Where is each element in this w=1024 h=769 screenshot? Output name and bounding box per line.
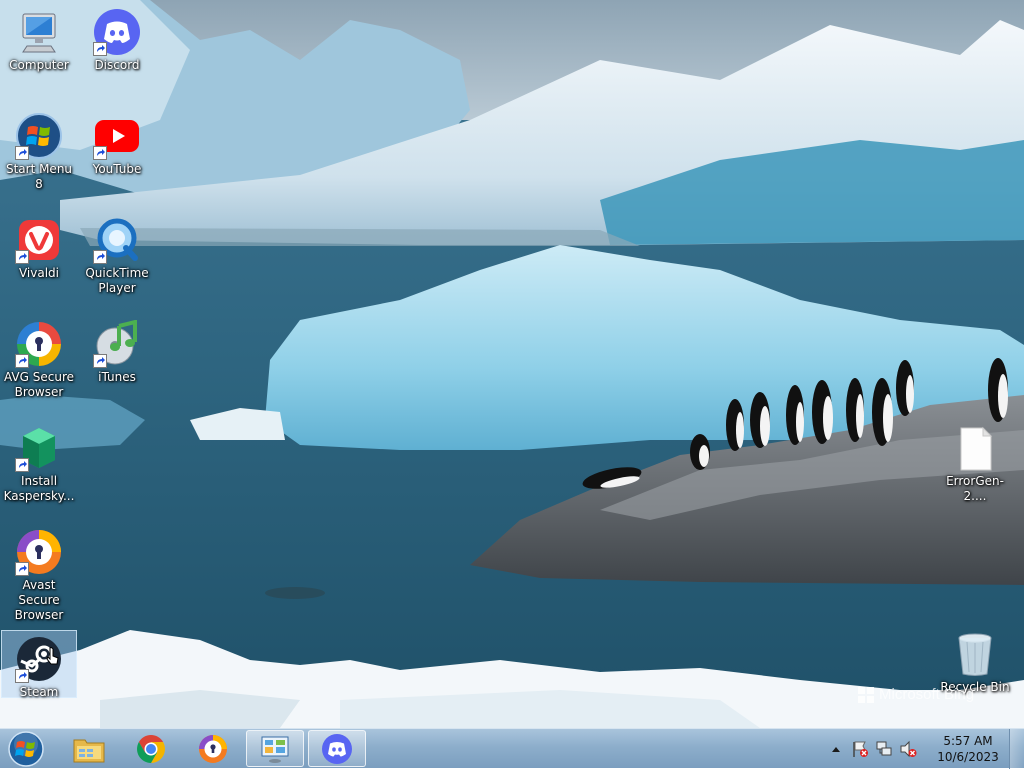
blank-file-icon bbox=[951, 424, 999, 472]
recycle-bin-icon bbox=[951, 630, 999, 678]
discord-icon bbox=[322, 733, 352, 764]
desktop-icon-label: Avast Secure Browser bbox=[14, 578, 64, 622]
mouse-cursor-icon bbox=[46, 647, 59, 665]
shortcut-arrow-icon bbox=[93, 354, 107, 368]
avast-browser-icon bbox=[199, 734, 227, 763]
desktop-icon-label: Install Kaspersky... bbox=[3, 474, 75, 503]
taskbar-avast-browser[interactable] bbox=[184, 730, 242, 767]
desktop-icon-computer[interactable]: Computer bbox=[1, 4, 77, 92]
show-hidden-icons-button[interactable] bbox=[827, 740, 845, 758]
system-tray: 5:57 AM 10/6/2023 bbox=[824, 729, 1002, 769]
desktop-icon-errorgen[interactable]: ErrorGen-2.... bbox=[936, 420, 1014, 508]
windows-orb-icon bbox=[8, 731, 44, 767]
desktop-icon-label: QuickTime Player bbox=[85, 266, 149, 295]
itunes-icon bbox=[93, 320, 141, 368]
action-center-flag-icon bbox=[853, 741, 868, 757]
desktop-icon-youtube[interactable]: YouTube bbox=[79, 108, 155, 196]
desktop-icon-avg-secure-browser[interactable]: AVG Secure Browser bbox=[1, 316, 77, 404]
desktop-icon-avast-secure-browser[interactable]: Avast Secure Browser bbox=[1, 524, 77, 622]
taskbar-control-panel[interactable] bbox=[246, 730, 304, 767]
desktop-icon-label: Computer bbox=[9, 58, 69, 72]
desktop-icon-label: Steam bbox=[19, 685, 59, 699]
shortcut-arrow-icon bbox=[15, 458, 29, 472]
clock-time: 5:57 AM bbox=[943, 734, 993, 748]
show-desktop-button[interactable] bbox=[1009, 729, 1024, 769]
desktop-icon-install-kaspersky[interactable]: Install Kaspersky... bbox=[1, 420, 77, 508]
vivaldi-icon bbox=[15, 216, 63, 264]
taskbar: 5:57 AM 10/6/2023 bbox=[0, 728, 1024, 769]
volume-tray-button[interactable] bbox=[899, 740, 917, 758]
action-center-tray-button[interactable] bbox=[851, 740, 869, 758]
desktop-icon-start-menu-8[interactable]: Start Menu 8 bbox=[1, 108, 77, 196]
start-button[interactable] bbox=[4, 730, 48, 768]
shortcut-arrow-icon bbox=[15, 146, 29, 160]
wallpaper-watermark: Microsoft Bing bbox=[858, 686, 974, 703]
desktop-icon-label: Discord bbox=[94, 58, 140, 72]
shortcut-arrow-icon bbox=[15, 669, 29, 683]
quicktime-icon bbox=[93, 216, 141, 264]
shortcut-arrow-icon bbox=[15, 250, 29, 264]
avg-browser-icon bbox=[15, 320, 63, 368]
microsoft-logo-icon bbox=[858, 686, 874, 703]
taskbar-chrome[interactable] bbox=[122, 730, 180, 767]
shortcut-arrow-icon bbox=[15, 562, 29, 576]
shortcut-arrow-icon bbox=[93, 250, 107, 264]
desktop-icon-steam[interactable]: Steam bbox=[1, 630, 77, 699]
chevron-up-icon bbox=[832, 747, 840, 752]
desktop-icon-discord[interactable]: Discord bbox=[79, 4, 155, 92]
control-panel-icon bbox=[261, 736, 289, 763]
windows-explorer-icon bbox=[73, 739, 105, 762]
network-icon bbox=[876, 741, 892, 756]
volume-muted-icon bbox=[900, 740, 917, 758]
windows-orb-icon bbox=[15, 112, 63, 160]
taskbar-discord[interactable] bbox=[308, 730, 366, 767]
desktop-icon-quicktime-player[interactable]: QuickTime Player bbox=[79, 212, 155, 300]
youtube-icon bbox=[93, 112, 141, 160]
shortcut-arrow-icon bbox=[93, 146, 107, 160]
computer-icon bbox=[15, 8, 63, 56]
desktop-icon-label: ErrorGen-2.... bbox=[946, 474, 1004, 503]
desktop-icon-label: Start Menu 8 bbox=[5, 162, 73, 191]
kaspersky-installer-icon bbox=[15, 424, 63, 472]
desktop-icon-label: iTunes bbox=[98, 370, 136, 384]
desktop-icon-vivaldi[interactable]: Vivaldi bbox=[1, 212, 77, 300]
desktop-icon-label: AVG Secure Browser bbox=[3, 370, 75, 399]
avast-browser-icon bbox=[15, 528, 63, 576]
taskbar-windows-explorer[interactable] bbox=[60, 730, 118, 767]
desktop-icon-label: Vivaldi bbox=[18, 266, 60, 280]
shortcut-arrow-icon bbox=[93, 42, 107, 56]
watermark-text: Microsoft Bing bbox=[879, 686, 975, 703]
desktop-icon-itunes[interactable]: iTunes bbox=[79, 316, 155, 404]
network-tray-button[interactable] bbox=[875, 740, 893, 758]
clock-date: 10/6/2023 bbox=[937, 750, 999, 764]
shortcut-arrow-icon bbox=[15, 354, 29, 368]
taskbar-clock[interactable]: 5:57 AM 10/6/2023 bbox=[934, 733, 1002, 765]
chrome-icon bbox=[137, 734, 165, 763]
desktop-icon-label: YouTube bbox=[92, 162, 142, 176]
discord-icon bbox=[93, 8, 141, 56]
